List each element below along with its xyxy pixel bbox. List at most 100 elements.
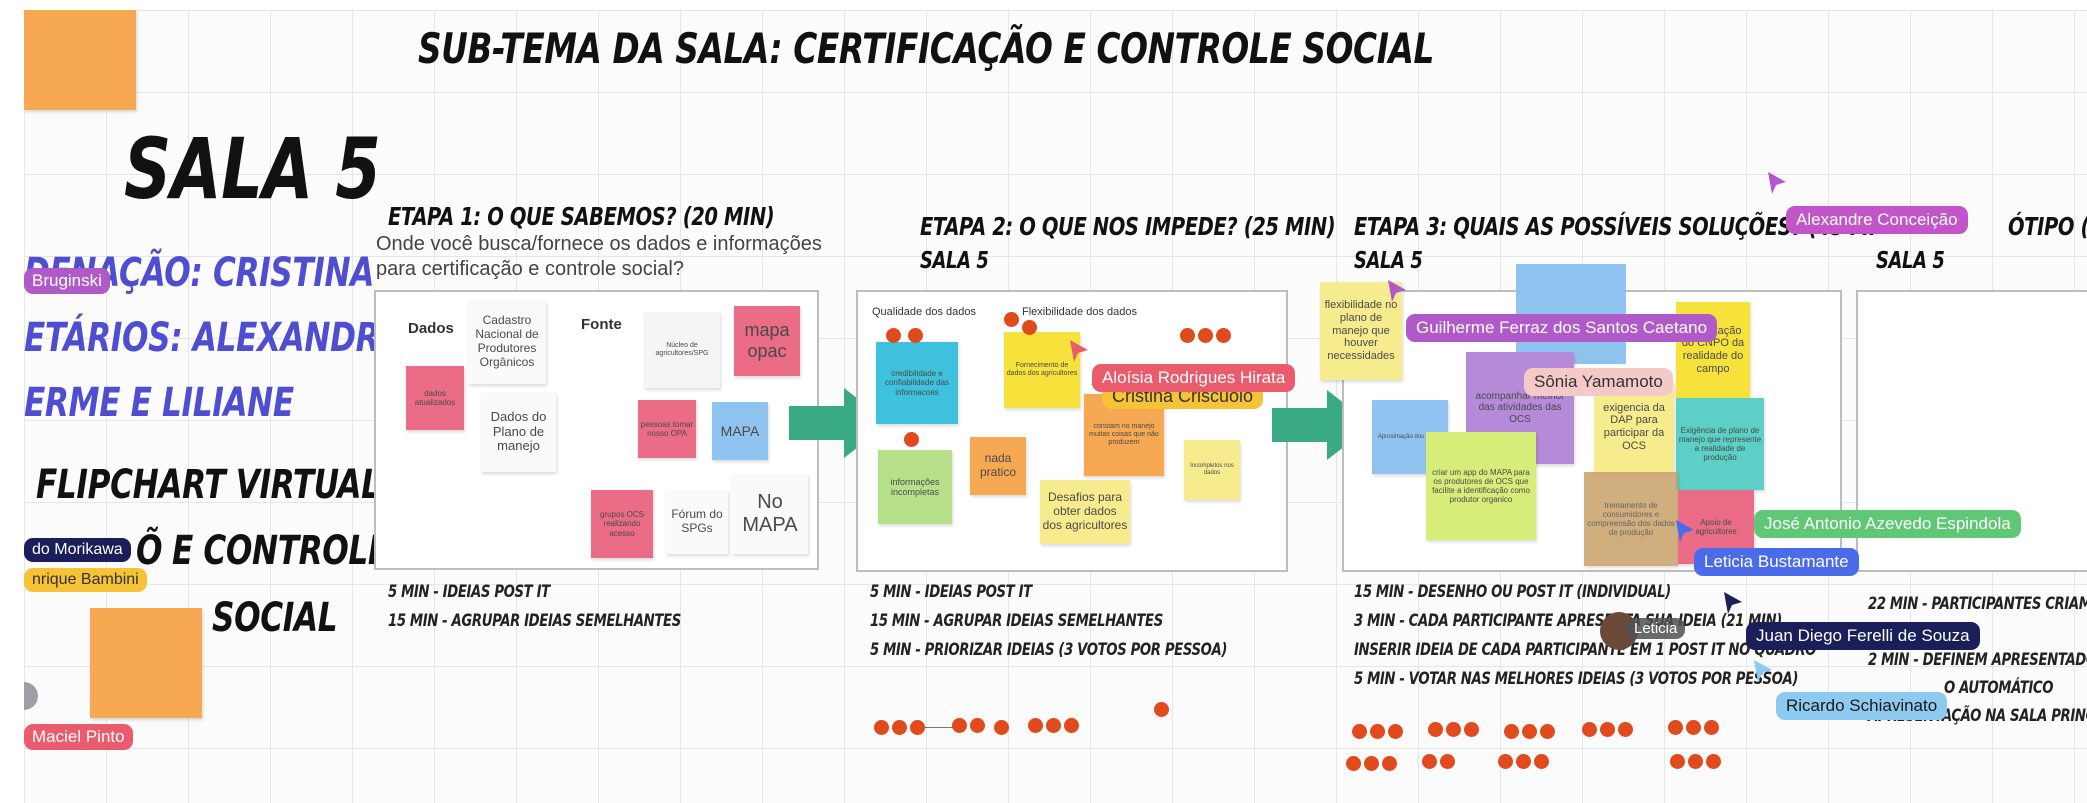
- sticky-pessoa[interactable]: pessoas tomar nosso OPA: [638, 400, 696, 458]
- flipchart-line-2a: Õ: [136, 528, 163, 574]
- etapa3-step-1: 15 MIN - DESENHO OU POST IT (INDIVIDUAL): [1354, 582, 1671, 602]
- board-title: SUB-TEMA DA SALA: CERTIFICAÇÃO E CONTROL…: [418, 24, 1434, 73]
- etapa1-frame[interactable]: Dados Fonte Cadastro Nacional de Produto…: [374, 290, 819, 570]
- cursor-pointer-icon: [1070, 340, 1088, 362]
- vote-dot: [1670, 754, 1685, 769]
- cursor-alexandre: Alexandre Conceição: [1786, 206, 1968, 234]
- cursor-leticia: Leticia Bustamante: [1694, 548, 1859, 576]
- col-dados-label: Dados: [408, 320, 454, 337]
- sticky-exigencia2[interactable]: Exigência de plano de manejo que represe…: [1676, 398, 1764, 490]
- dot-connector: [924, 727, 954, 728]
- sticky-grupos[interactable]: grupos OCS realizando acesso: [591, 490, 653, 558]
- vote-dot: [1428, 722, 1443, 737]
- vote-dot: [892, 720, 907, 735]
- etapa1-step-2: 15 MIN - AGRUPAR IDEIAS SEMELHANTES: [388, 611, 681, 631]
- vote-dot: [904, 432, 919, 447]
- flipchart-line-3: SOCIAL: [212, 595, 338, 641]
- vote-dot: [1600, 722, 1615, 737]
- etapa4-step-2: 2 MIN - DEFINEM APRESENTADO: [1868, 650, 2087, 670]
- cursor-morikawa: do Morikawa: [24, 538, 131, 562]
- vote-dot: [1618, 722, 1633, 737]
- sticky-fornecimento[interactable]: Fornecimento de dados dos agricultores: [1004, 332, 1080, 408]
- cursor-pointer-icon: [1768, 172, 1786, 194]
- cursor-pointer-icon: [1388, 280, 1406, 302]
- sticky-desafios[interactable]: Desafios para obter dados dos agricultor…: [1040, 480, 1130, 544]
- cursor-bambini: nrique Bambini: [24, 568, 147, 592]
- vote-dot: [970, 718, 985, 733]
- aloisia-cursor-label: Aloísia Rodrigues Hirata: [1092, 364, 1296, 392]
- sticky-plano[interactable]: Dados do Plano de manejo: [481, 392, 556, 472]
- vote-dot: [1198, 328, 1213, 343]
- flipchart-line: FLIPCHART VIRTUAL: [36, 462, 381, 508]
- sticky-cadastro[interactable]: Cadastro Nacional de Produtores Orgânico…: [468, 300, 546, 384]
- vote-dot: [1422, 754, 1437, 769]
- etapa2-room: SALA 5: [920, 248, 989, 274]
- flexibilidade-label: Flexibilidade dos dados: [1022, 306, 1137, 318]
- vote-dot: [1706, 754, 1721, 769]
- vote-dot: [1388, 724, 1403, 739]
- vote-dot: [1364, 756, 1379, 771]
- grey-avatar-icon: [24, 682, 38, 710]
- vote-dot: [1446, 722, 1461, 737]
- sticky-nada[interactable]: nada pratico: [970, 437, 1026, 495]
- cursor-pointer-icon: [1724, 592, 1742, 614]
- vote-dot: [1154, 702, 1169, 717]
- vote-dot: [1504, 724, 1519, 739]
- secretaries-line: ETÁRIOS: ALEXANDRE,: [24, 315, 412, 361]
- etapa2-step-3: 5 MIN - PRIORIZAR IDEIAS (3 VOTOS POR PE…: [870, 640, 1228, 660]
- qualidade-label: Qualidade dos dados: [872, 306, 976, 318]
- etapa2-step-1: 5 MIN - IDEIAS POST IT: [870, 582, 1032, 602]
- sticky-dados-atualizados[interactable]: dados atualizados: [406, 366, 464, 430]
- etapa2-frame[interactable]: Qualidade dos dados Flexibilidade dos da…: [856, 290, 1288, 572]
- secretaries-line-2: ERME E LILIANE: [24, 380, 294, 426]
- cursor-guilherme: Guilherme Ferraz dos Santos Caetano: [1406, 314, 1718, 342]
- sticky-mapa-opac[interactable]: mapa opac: [734, 306, 800, 376]
- vote-dot: [1522, 724, 1537, 739]
- vote-dot: [1534, 754, 1549, 769]
- vote-dot: [886, 328, 901, 343]
- cursor-juan: Juan Diego Ferelli de Souza: [1746, 622, 1980, 650]
- whiteboard-canvas[interactable]: SUB-TEMA DA SALA: CERTIFICAÇÃO E CONTROL…: [24, 10, 2087, 803]
- flipchart-line-2b: E CONTROLE: [172, 528, 389, 574]
- vote-dot: [874, 720, 889, 735]
- sticky-criar[interactable]: criar um app do MAPA para os produtores …: [1426, 432, 1536, 540]
- sticky-site[interactable]: Núcleo de agricultores/SPG: [644, 312, 720, 388]
- vote-dot: [1346, 756, 1361, 771]
- vote-dot: [952, 718, 967, 733]
- sticky-informacoes[interactable]: informações incompletas: [878, 450, 952, 524]
- vote-dot: [1686, 720, 1701, 735]
- vote-dot: [1688, 754, 1703, 769]
- vote-dot: [1464, 722, 1479, 737]
- vote-dot: [1004, 312, 1019, 327]
- room-title: SALA 5: [124, 120, 381, 218]
- etapa4-step-1: 22 MIN - PARTICIPANTES CRIAM: [1868, 594, 2087, 614]
- etapa3-step-2: 3 MIN - CADA PARTICIPANTE APRESENTA SUA …: [1354, 611, 1782, 631]
- sticky-mapa[interactable]: MAPA: [712, 402, 768, 460]
- col-fonte-label: Fonte: [581, 316, 622, 333]
- vote-dot: [1668, 720, 1683, 735]
- vote-dot: [1704, 720, 1719, 735]
- vote-dot: [1382, 756, 1397, 771]
- vote-dot: [1022, 320, 1037, 335]
- vote-dot: [1046, 718, 1061, 733]
- vote-dot: [1216, 328, 1231, 343]
- cursor-bruginski: Bruginski: [24, 268, 110, 294]
- cursor-pointer-icon: [1676, 520, 1694, 542]
- vote-dot: [1064, 718, 1079, 733]
- leticia-avatar-label: Leticia: [1626, 618, 1686, 639]
- etapa3-room: SALA 5: [1354, 248, 1423, 274]
- orange-sticky-bottom[interactable]: [90, 608, 202, 718]
- sticky-forum[interactable]: Fórum do SPGs: [666, 490, 728, 554]
- vote-dot: [994, 720, 1009, 735]
- cursor-ricardo: Ricardo Schiavinato: [1776, 692, 1948, 720]
- cursor-jose: José Antonio Azevedo Espindola: [1754, 510, 2021, 538]
- etapa1-step-1: 5 MIN - IDEIAS POST IT: [388, 582, 550, 602]
- sticky-no-mapa[interactable]: No MAPA: [732, 474, 808, 554]
- etapa2-title: ETAPA 2: O QUE NOS IMPEDE? (25 MIN): [920, 212, 1336, 241]
- orange-sticky-top[interactable]: [24, 10, 136, 110]
- sticky-credibilidade[interactable]: credibilidade e confiabilidade das infor…: [876, 342, 958, 424]
- cursor-sonia: Sônia Yamamoto: [1524, 368, 1673, 396]
- sticky-brown[interactable]: treinamento de consumidores e compreensã…: [1584, 472, 1678, 566]
- sticky-yellow-small[interactable]: Incompletos nos dados: [1184, 440, 1240, 500]
- etapa4-title: ÓTIPO (25: [2008, 212, 2087, 241]
